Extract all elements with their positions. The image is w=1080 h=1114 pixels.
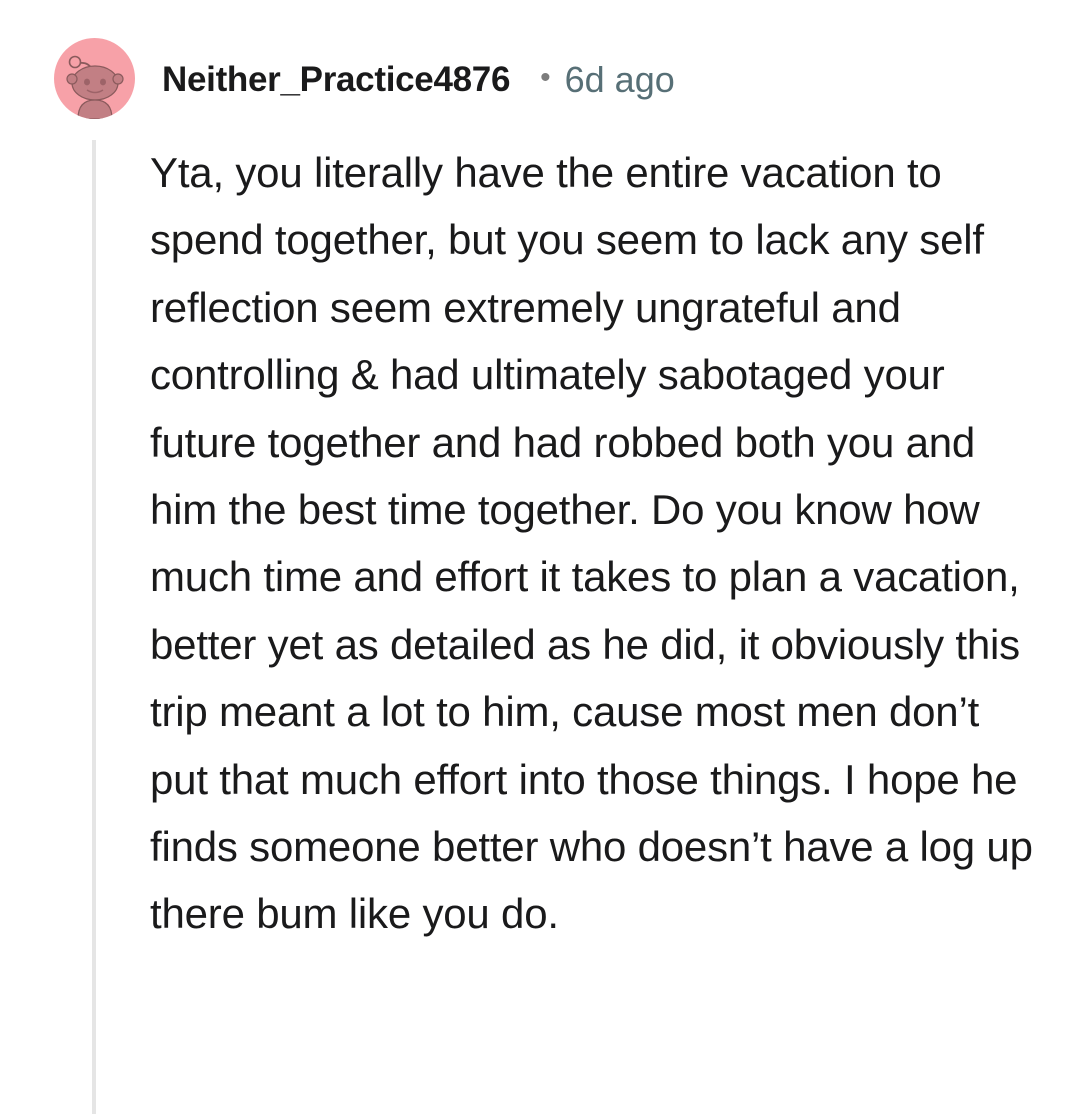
snoo-avatar-icon [66,55,124,119]
comment-body: Yta, you literally have the entire vacat… [150,149,1033,938]
comment-header: Neither_Practice4876 • 6d ago [162,54,675,106]
separator-dot: • [540,61,551,94]
username-link[interactable]: Neither_Practice4876 [162,60,510,100]
timestamp[interactable]: 6d ago [565,59,675,101]
comment: Neither_Practice4876 • 6d ago Yta, you l… [0,0,1080,1114]
thread-collapse-line[interactable] [92,140,96,1114]
avatar[interactable] [54,38,135,119]
